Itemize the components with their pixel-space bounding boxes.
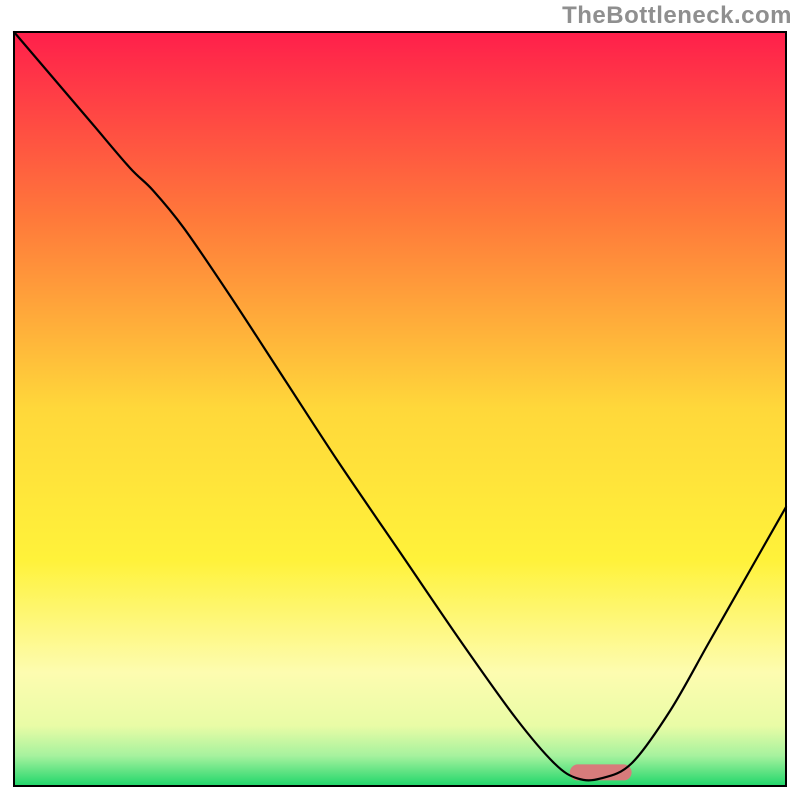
chart-stage: TheBottleneck.com: [0, 0, 800, 800]
watermark-text: TheBottleneck.com: [562, 2, 792, 30]
bottleneck-chart: [0, 0, 800, 800]
plot-background: [14, 32, 786, 786]
